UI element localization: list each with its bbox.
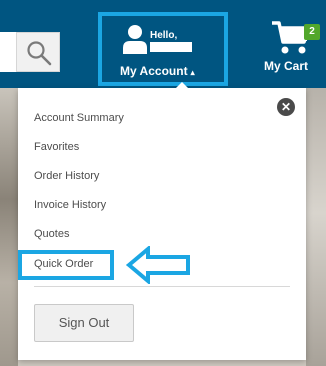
background-image-right bbox=[306, 88, 326, 366]
background-image-left bbox=[0, 88, 18, 366]
my-account-button[interactable]: Hello, My Account ▴ bbox=[98, 12, 228, 86]
menu-item-quotes[interactable]: Quotes bbox=[34, 228, 69, 240]
menu-item-account-summary[interactable]: Account Summary bbox=[34, 112, 124, 124]
user-icon bbox=[123, 25, 147, 54]
dropdown-pointer bbox=[175, 82, 189, 89]
my-cart-label: My Cart bbox=[264, 59, 309, 73]
site-header: Hello, My Account ▴ 2 My Cart bbox=[0, 0, 326, 88]
account-dropdown-menu: ✕ Account Summary Favorites Order Histor… bbox=[18, 82, 306, 360]
search-button[interactable] bbox=[16, 32, 60, 72]
menu-item-favorites[interactable]: Favorites bbox=[34, 141, 79, 153]
search-input[interactable] bbox=[0, 32, 16, 72]
close-icon[interactable]: ✕ bbox=[277, 98, 295, 116]
arrow-left-icon bbox=[126, 246, 190, 284]
menu-item-invoice-history[interactable]: Invoice History bbox=[34, 199, 106, 211]
account-greeting: Hello, bbox=[150, 30, 178, 41]
menu-item-quick-order[interactable]: Quick Order bbox=[34, 258, 93, 270]
my-account-label: My Account ▴ bbox=[120, 64, 195, 78]
search-icon bbox=[27, 41, 52, 66]
background-image-bottom bbox=[18, 360, 306, 366]
menu-divider bbox=[34, 286, 290, 287]
account-name-redacted bbox=[150, 42, 192, 52]
caret-up-icon: ▴ bbox=[190, 68, 195, 77]
my-cart-button[interactable]: 2 My Cart bbox=[262, 18, 322, 82]
menu-item-order-history[interactable]: Order History bbox=[34, 170, 99, 182]
cart-count-badge: 2 bbox=[304, 24, 320, 40]
sign-out-button[interactable]: Sign Out bbox=[34, 304, 134, 342]
